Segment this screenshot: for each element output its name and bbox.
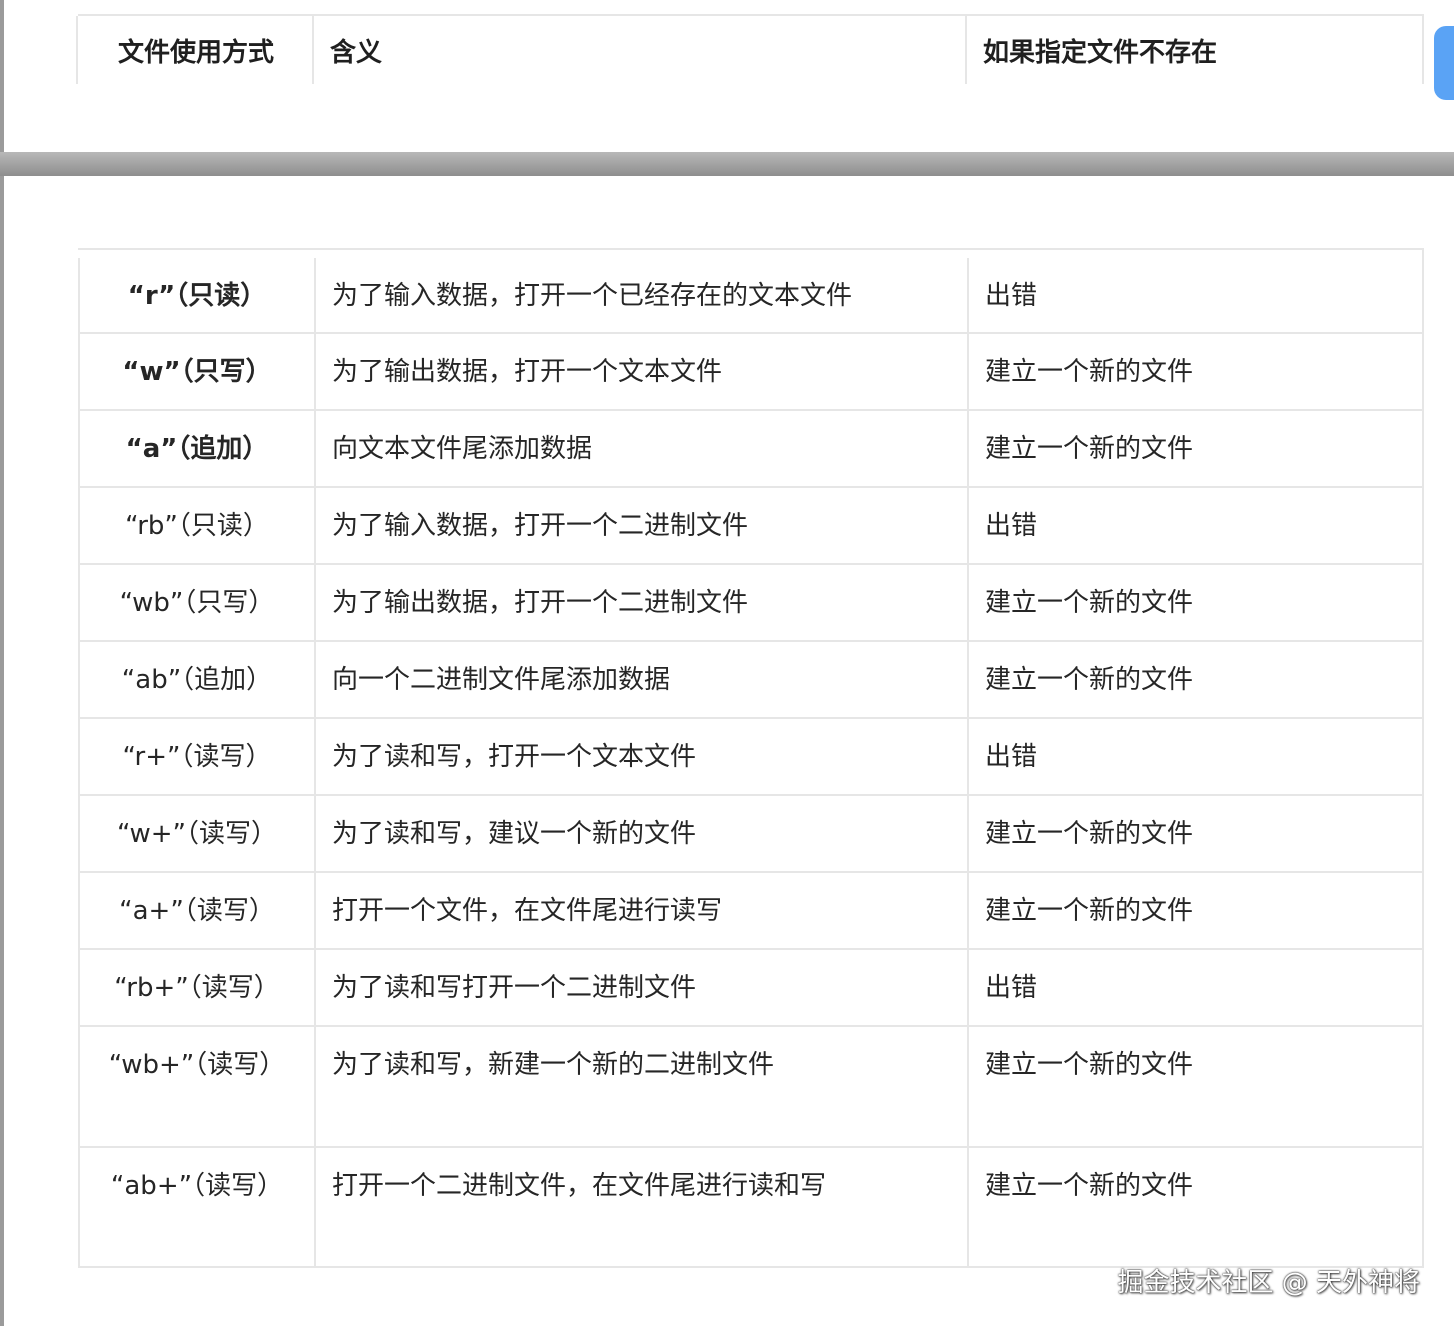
cell-if-missing: 出错 xyxy=(967,719,1422,794)
table-row: “a+”（读写） 打开一个文件，在文件尾进行读写 建立一个新的文件 xyxy=(78,871,1422,948)
cell-mode: “w+”（读写） xyxy=(78,796,314,871)
cell-meaning: 向文本文件尾添加数据 xyxy=(314,411,967,486)
cell-meaning: 为了读和写打开一个二进制文件 xyxy=(314,950,967,1025)
cell-mode: “rb+”（读写） xyxy=(78,950,314,1025)
cell-if-missing: 建立一个新的文件 xyxy=(967,642,1422,717)
header-if-missing: 如果指定文件不存在 xyxy=(983,37,1218,68)
file-mode-table: “r”（只读） 为了输入数据，打开一个已经存在的文本文件 出错 “w”（只写） 为了输出… xyxy=(78,248,1424,1268)
cell-mode: “ab”（追加） xyxy=(78,642,314,717)
header-meaning: 含义 xyxy=(330,37,383,68)
cell-if-missing: 建立一个新的文件 xyxy=(967,1027,1422,1146)
cell-if-missing: 建立一个新的文件 xyxy=(967,334,1422,409)
cell-mode: “ab+”（读写） xyxy=(78,1148,314,1266)
cell-mode: “r+”（读写） xyxy=(78,719,314,794)
table-header: 文件使用方式 含义 如果指定文件不存在 xyxy=(76,14,1424,84)
cell-mode: “rb”（只读） xyxy=(78,488,314,563)
table-row: “r+”（读写） 为了读和写，打开一个文本文件 出错 xyxy=(78,717,1422,794)
cell-mode: “wb”（只写） xyxy=(78,565,314,640)
cell-meaning: 为了读和写，建议一个新的文件 xyxy=(314,796,967,871)
cell-if-missing: 建立一个新的文件 xyxy=(967,411,1422,486)
cell-mode: “a+”（读写） xyxy=(78,873,314,948)
table-row: “rb+”（读写） 为了读和写打开一个二进制文件 出错 xyxy=(78,948,1422,1025)
cell-if-missing: 建立一个新的文件 xyxy=(967,796,1422,871)
table-row: “wb+”（读写） 为了读和写，新建一个新的二进制文件 建立一个新的文件 xyxy=(78,1025,1422,1146)
cell-if-missing: 建立一个新的文件 xyxy=(967,873,1422,948)
cell-meaning: 向一个二进制文件尾添加数据 xyxy=(314,642,967,717)
cell-meaning: 为了输入数据，打开一个二进制文件 xyxy=(314,488,967,563)
cell-meaning: 打开一个文件，在文件尾进行读写 xyxy=(314,873,967,948)
page-divider-band xyxy=(0,152,1454,176)
table-row: “rb”（只读） 为了输入数据，打开一个二进制文件 出错 xyxy=(78,486,1422,563)
cell-meaning: 为了输入数据，打开一个已经存在的文本文件 xyxy=(314,258,967,332)
window-left-edge xyxy=(0,0,4,1326)
table-row: “a”（追加） 向文本文件尾添加数据 建立一个新的文件 xyxy=(78,409,1422,486)
cell-meaning: 为了输出数据，打开一个文本文件 xyxy=(314,334,967,409)
table-row: “ab”（追加） 向一个二进制文件尾添加数据 建立一个新的文件 xyxy=(78,640,1422,717)
cell-meaning: 为了输出数据，打开一个二进制文件 xyxy=(314,565,967,640)
cell-if-missing: 出错 xyxy=(967,258,1422,332)
table-row: “wb”（只写） 为了输出数据，打开一个二进制文件 建立一个新的文件 xyxy=(78,563,1422,640)
cell-if-missing: 建立一个新的文件 xyxy=(967,565,1422,640)
cell-if-missing: 建立一个新的文件 xyxy=(967,1148,1422,1266)
table-row: “w”（只写） 为了输出数据，打开一个文本文件 建立一个新的文件 xyxy=(78,332,1422,409)
header-mode: 文件使用方式 xyxy=(117,37,274,68)
cell-if-missing: 出错 xyxy=(967,488,1422,563)
watermark: 掘金技术社区 @ 天外神将 xyxy=(1117,1268,1420,1298)
cell-mode: “a”（追加） xyxy=(78,411,314,486)
cell-mode: “wb+”（读写） xyxy=(78,1027,314,1146)
cell-if-missing: 出错 xyxy=(967,950,1422,1025)
cell-mode: “r”（只读） xyxy=(78,258,314,332)
side-tab-button[interactable] xyxy=(1434,26,1454,100)
cell-meaning: 为了读和写，新建一个新的二进制文件 xyxy=(314,1027,967,1146)
table-row: “r”（只读） 为了输入数据，打开一个已经存在的文本文件 出错 xyxy=(78,248,1422,332)
cell-meaning: 打开一个二进制文件，在文件尾进行读和写 xyxy=(314,1148,967,1266)
table-row: “w+”（读写） 为了读和写，建议一个新的文件 建立一个新的文件 xyxy=(78,794,1422,871)
cell-meaning: 为了读和写，打开一个文本文件 xyxy=(314,719,967,794)
table-row: “ab+”（读写） 打开一个二进制文件，在文件尾进行读和写 建立一个新的文件 xyxy=(78,1146,1422,1266)
cell-mode: “w”（只写） xyxy=(78,334,314,409)
